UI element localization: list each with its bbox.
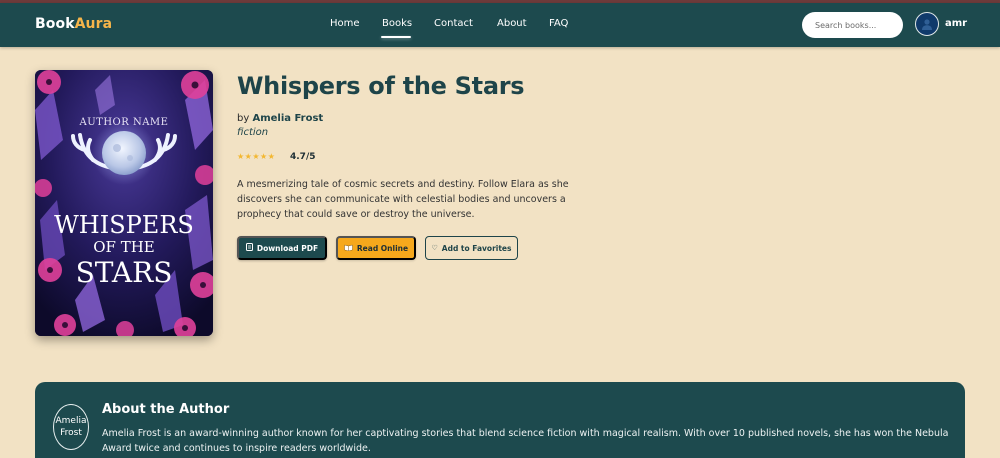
cover-title-line1: WHISPERS (54, 211, 194, 239)
read-online-label: Read Online (356, 243, 409, 253)
add-to-favorites-button[interactable]: ♡ Add to Favorites (425, 236, 518, 260)
cover-title-line2: OF THE (93, 238, 155, 256)
user-icon (922, 19, 932, 30)
active-nav-indicator (381, 36, 411, 38)
heart-icon: ♡ (431, 244, 438, 252)
book-genre: fiction (237, 127, 269, 138)
rating-stars: ★★★★★ (237, 152, 276, 161)
search-input[interactable] (802, 12, 903, 38)
author-bio: Amelia Frost is an award-winning author … (102, 428, 949, 454)
rating-value: 4.7/5 (290, 152, 316, 162)
nav-about[interactable]: About (497, 18, 527, 29)
nav-books[interactable]: Books (382, 18, 412, 29)
file-icon (245, 243, 253, 253)
brand-logo[interactable]: BookAura (35, 16, 112, 32)
username[interactable]: amr (945, 18, 967, 29)
nav-home[interactable]: Home (330, 18, 360, 29)
author-link[interactable]: Amelia Frost (252, 113, 323, 124)
read-online-button[interactable]: Read Online (336, 236, 416, 260)
book-byline: by Amelia Frost (237, 113, 323, 124)
brand-name-part2: Aura (74, 16, 113, 32)
nav-faq[interactable]: FAQ (549, 18, 568, 29)
about-author-section: Amelia Frost About the Author Amelia Fro… (35, 382, 965, 458)
book-cover: AUTHOR NAME WHISPERS OF THE STARS (35, 70, 213, 336)
add-to-favorites-label: Add to Favorites (441, 243, 512, 253)
author-photo: Amelia Frost (53, 404, 89, 450)
brand-name-part1: Book (35, 16, 75, 32)
by-label: by (237, 113, 250, 124)
site-header: BookAura Home Books Contact About FAQ am… (0, 3, 1000, 47)
download-pdf-label: Download PDF (256, 243, 319, 253)
book-description: A mesmerizing tale of cosmic secrets and… (237, 179, 569, 220)
book-cover-art: AUTHOR NAME WHISPERS OF THE STARS (35, 70, 213, 336)
about-author-heading: About the Author (102, 402, 230, 417)
user-avatar[interactable] (915, 12, 939, 36)
book-title: Whispers of the Stars (237, 72, 525, 100)
nav-contact[interactable]: Contact (434, 18, 473, 29)
book-open-icon (344, 244, 353, 253)
cover-title-line3: STARS (76, 256, 173, 289)
download-pdf-button[interactable]: Download PDF (237, 236, 327, 260)
